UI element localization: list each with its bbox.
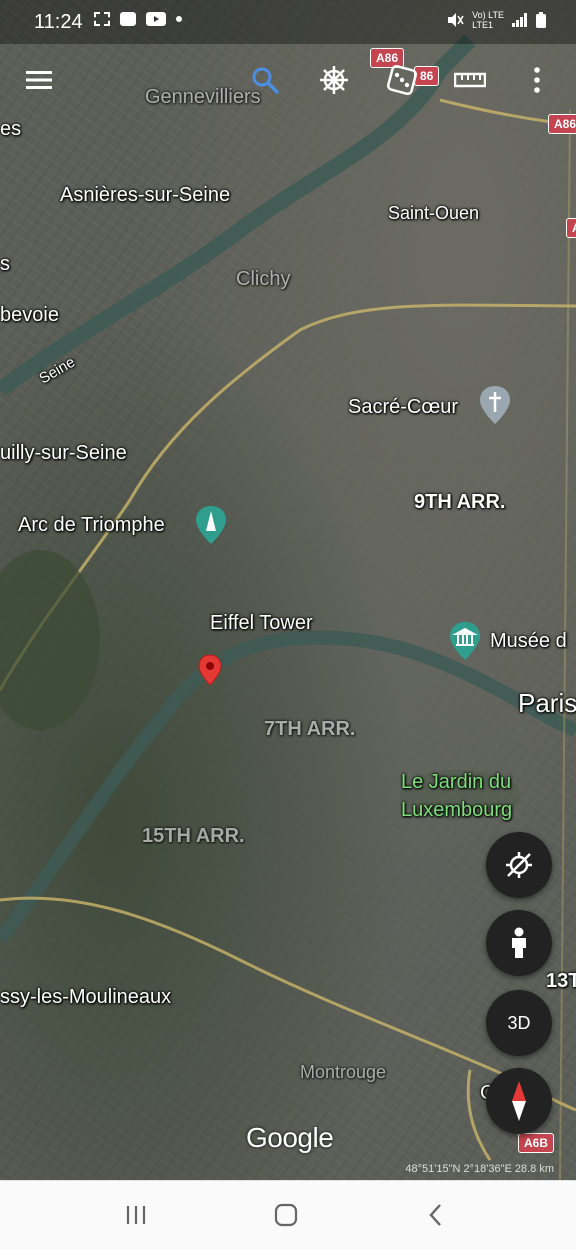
system-nav-bar (0, 1180, 576, 1249)
voyager-icon (320, 66, 348, 94)
network-type: Vo) LTE LTE1 (472, 10, 504, 30)
battery-icon (536, 12, 546, 28)
more-options-button[interactable] (511, 54, 563, 106)
label-es[interactable]: es (0, 118, 21, 141)
label-s[interactable]: s (0, 253, 10, 276)
toggle-3d-label: 3D (507, 1012, 531, 1033)
menu-icon (26, 71, 52, 89)
monument-poi-icon[interactable] (194, 504, 228, 546)
label-issy[interactable]: ssy-les-Moulineaux (0, 986, 171, 1009)
label-15th-arr[interactable]: 15TH ARR. (142, 825, 245, 848)
label-bevoie[interactable]: bevoie (0, 304, 59, 327)
label-paris[interactable]: Paris (518, 688, 576, 719)
mute-icon (448, 13, 464, 27)
location-marker-icon[interactable] (198, 654, 222, 686)
label-arc-de-triomphe[interactable]: Arc de Triomphe (18, 514, 165, 537)
youtube-icon (146, 12, 166, 26)
measure-button[interactable] (444, 54, 496, 106)
coordinates-readout: 48°51'15"N 2°18'36"E 28.8 km (405, 1163, 554, 1175)
label-7th-arr[interactable]: 7TH ARR. (264, 718, 355, 741)
home-icon (274, 1203, 298, 1227)
top-toolbar (0, 44, 576, 120)
feeling-lucky-button[interactable] (376, 54, 428, 106)
menu-button[interactable] (13, 54, 65, 106)
label-jardin-line1[interactable]: Le Jardin du (401, 771, 511, 794)
back-button[interactable] (406, 1195, 466, 1235)
compass-icon (512, 1081, 526, 1121)
church-poi-icon[interactable] (478, 384, 512, 426)
notification-dot-icon (176, 16, 182, 22)
label-jardin-line2[interactable]: Luxembourg (401, 799, 512, 822)
museum-poi-icon[interactable] (448, 620, 482, 662)
label-sacre-coeur[interactable]: Sacré-Cœur (348, 396, 458, 419)
toggle-3d-button[interactable]: 3D (486, 990, 552, 1056)
compass-button[interactable] (486, 1068, 552, 1134)
recents-icon (126, 1206, 146, 1224)
map-view[interactable]: Gennevilliers es Asnières-sur-Seine Sain… (0, 0, 576, 1180)
label-musee[interactable]: Musée d (490, 630, 567, 653)
ruler-icon (454, 72, 486, 88)
back-icon (429, 1204, 441, 1226)
home-button[interactable] (256, 1195, 316, 1235)
status-bar: 11:24 Vo) LTE LTE1 (0, 0, 576, 44)
voyager-button[interactable] (308, 54, 360, 106)
screenshot-icon (94, 12, 110, 26)
road-badge-a: A (566, 218, 576, 238)
search-button[interactable] (239, 54, 291, 106)
google-attribution: Google (246, 1122, 334, 1153)
label-clichy[interactable]: Clichy (236, 268, 290, 291)
recents-button[interactable] (106, 1195, 166, 1235)
recenter-icon (506, 852, 532, 878)
label-montrouge[interactable]: Montrouge (300, 1062, 386, 1083)
label-eiffel-tower[interactable]: Eiffel Tower (210, 612, 313, 635)
label-asnieres[interactable]: Asnières-sur-Seine (60, 184, 230, 207)
road-badge-a6b: A6B (518, 1133, 555, 1153)
dice-icon (386, 64, 418, 96)
label-13th-arr[interactable]: 13T (546, 970, 576, 993)
label-saint-ouen[interactable]: Saint-Ouen (388, 203, 479, 224)
more-icon (534, 67, 540, 93)
street-view-button[interactable] (486, 910, 552, 976)
pegman-icon (512, 927, 526, 958)
label-neuilly[interactable]: uilly-sur-Seine (0, 442, 127, 465)
search-icon (252, 67, 279, 94)
recenter-button[interactable] (486, 832, 552, 898)
signal-icon (512, 13, 527, 27)
label-9th-arr[interactable]: 9TH ARR. (414, 491, 505, 514)
app-icon (120, 12, 136, 26)
status-time: 11:24 (34, 11, 83, 33)
